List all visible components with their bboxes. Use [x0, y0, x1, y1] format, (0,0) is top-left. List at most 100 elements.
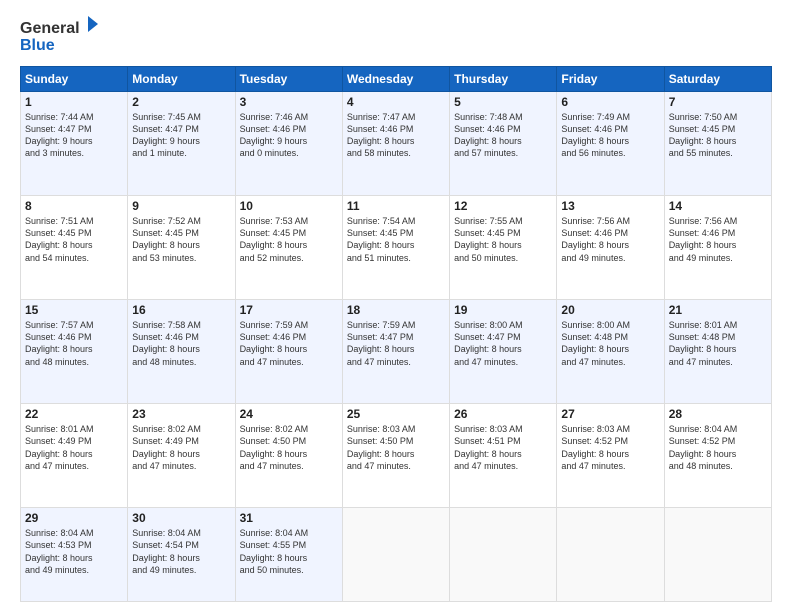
day-number: 3 [240, 95, 338, 109]
calendar-cell: 31Sunrise: 8:04 AMSunset: 4:55 PMDayligh… [235, 508, 342, 602]
day-info: Sunrise: 8:04 AMSunset: 4:54 PMDaylight:… [132, 527, 230, 576]
calendar-cell: 18 Sunrise: 7:59 AMSunset: 4:47 PMDayligh… [342, 300, 449, 404]
day-info: Sunrise: 7:56 AMSunset: 4:46 PMDaylight:… [669, 215, 767, 264]
logo-svg: GeneralBlue [20, 16, 100, 56]
calendar-cell: 15 Sunrise: 7:57 AMSunset: 4:46 PMDayligh… [21, 300, 128, 404]
day-info: Sunrise: 7:48 AMSunset: 4:46 PMDaylight:… [454, 111, 552, 160]
day-number: 28 [669, 407, 767, 421]
day-info: Sunrise: 7:49 AMSunset: 4:46 PMDaylight:… [561, 111, 659, 160]
logo: GeneralBlue [20, 16, 100, 56]
calendar-week-row: 15 Sunrise: 7:57 AMSunset: 4:46 PMDayligh… [21, 300, 772, 404]
calendar-cell [557, 508, 664, 602]
day-number: 13 [561, 199, 659, 213]
calendar-week-row: 22Sunrise: 8:01 AMSunset: 4:49 PMDayligh… [21, 404, 772, 508]
calendar-cell: 6 Sunrise: 7:49 AMSunset: 4:46 PMDaylight… [557, 92, 664, 196]
calendar-cell: 1 Sunrise: 7:44 AMSunset: 4:47 PMDaylight… [21, 92, 128, 196]
col-header-sunday: Sunday [21, 67, 128, 92]
col-header-thursday: Thursday [450, 67, 557, 92]
calendar-cell: 13 Sunrise: 7:56 AMSunset: 4:46 PMDayligh… [557, 196, 664, 300]
col-header-wednesday: Wednesday [342, 67, 449, 92]
header: GeneralBlue [20, 16, 772, 56]
day-number: 16 [132, 303, 230, 317]
day-info: Sunrise: 8:00 AMSunset: 4:48 PMDaylight:… [561, 319, 659, 368]
calendar-cell: 23Sunrise: 8:02 AMSunset: 4:49 PMDayligh… [128, 404, 235, 508]
day-info: Sunrise: 8:02 AMSunset: 4:50 PMDaylight:… [240, 423, 338, 472]
day-info: Sunrise: 7:57 AMSunset: 4:46 PMDaylight:… [25, 319, 123, 368]
calendar-cell: 9 Sunrise: 7:52 AMSunset: 4:45 PMDaylight… [128, 196, 235, 300]
calendar-cell: 20 Sunrise: 8:00 AMSunset: 4:48 PMDayligh… [557, 300, 664, 404]
day-number: 8 [25, 199, 123, 213]
day-number: 20 [561, 303, 659, 317]
day-number: 21 [669, 303, 767, 317]
day-number: 1 [25, 95, 123, 109]
calendar-cell: 27 Sunrise: 8:03 AMSunset: 4:52 PMDayligh… [557, 404, 664, 508]
day-number: 31 [240, 511, 338, 525]
day-number: 6 [561, 95, 659, 109]
col-header-monday: Monday [128, 67, 235, 92]
day-number: 9 [132, 199, 230, 213]
calendar-week-row: 29 Sunrise: 8:04 AMSunset: 4:53 PMDayligh… [21, 508, 772, 602]
calendar-cell: 24 Sunrise: 8:02 AMSunset: 4:50 PMDayligh… [235, 404, 342, 508]
day-info: Sunrise: 8:03 AMSunset: 4:52 PMDaylight:… [561, 423, 659, 472]
svg-text:Blue: Blue [20, 37, 55, 54]
day-number: 12 [454, 199, 552, 213]
day-info: Sunrise: 7:53 AMSunset: 4:45 PMDaylight:… [240, 215, 338, 264]
day-number: 17 [240, 303, 338, 317]
calendar-cell: 12Sunrise: 7:55 AMSunset: 4:45 PMDayligh… [450, 196, 557, 300]
calendar-table: SundayMondayTuesdayWednesdayThursdayFrid… [20, 66, 772, 602]
day-number: 29 [25, 511, 123, 525]
day-info: Sunrise: 8:04 AMSunset: 4:53 PMDaylight:… [25, 527, 123, 576]
day-number: 5 [454, 95, 552, 109]
day-info: Sunrise: 7:56 AMSunset: 4:46 PMDaylight:… [561, 215, 659, 264]
day-info: Sunrise: 7:52 AMSunset: 4:45 PMDaylight:… [132, 215, 230, 264]
day-info: Sunrise: 8:00 AMSunset: 4:47 PMDaylight:… [454, 319, 552, 368]
calendar-week-row: 1 Sunrise: 7:44 AMSunset: 4:47 PMDaylight… [21, 92, 772, 196]
day-info: Sunrise: 8:01 AMSunset: 4:49 PMDaylight:… [25, 423, 123, 472]
day-number: 27 [561, 407, 659, 421]
day-number: 2 [132, 95, 230, 109]
calendar-cell: 7 Sunrise: 7:50 AMSunset: 4:45 PMDaylight… [664, 92, 771, 196]
day-info: Sunrise: 7:50 AMSunset: 4:45 PMDaylight:… [669, 111, 767, 160]
day-info: Sunrise: 7:46 AMSunset: 4:46 PMDaylight:… [240, 111, 338, 160]
calendar-cell: 17Sunrise: 7:59 AMSunset: 4:46 PMDayligh… [235, 300, 342, 404]
calendar-cell: 29 Sunrise: 8:04 AMSunset: 4:53 PMDayligh… [21, 508, 128, 602]
day-number: 26 [454, 407, 552, 421]
day-number: 15 [25, 303, 123, 317]
col-header-tuesday: Tuesday [235, 67, 342, 92]
calendar-cell [450, 508, 557, 602]
day-number: 14 [669, 199, 767, 213]
day-info: Sunrise: 8:04 AMSunset: 4:52 PMDaylight:… [669, 423, 767, 472]
day-info: Sunrise: 8:02 AMSunset: 4:49 PMDaylight:… [132, 423, 230, 472]
day-info: Sunrise: 7:44 AMSunset: 4:47 PMDaylight:… [25, 111, 123, 160]
calendar-cell: 8 Sunrise: 7:51 AMSunset: 4:45 PMDaylight… [21, 196, 128, 300]
calendar-week-row: 8 Sunrise: 7:51 AMSunset: 4:45 PMDaylight… [21, 196, 772, 300]
calendar-cell: 11 Sunrise: 7:54 AMSunset: 4:45 PMDayligh… [342, 196, 449, 300]
day-info: Sunrise: 8:03 AMSunset: 4:51 PMDaylight:… [454, 423, 552, 472]
calendar-cell: 28 Sunrise: 8:04 AMSunset: 4:52 PMDayligh… [664, 404, 771, 508]
col-header-friday: Friday [557, 67, 664, 92]
day-number: 10 [240, 199, 338, 213]
day-number: 18 [347, 303, 445, 317]
calendar-cell: 25Sunrise: 8:03 AMSunset: 4:50 PMDayligh… [342, 404, 449, 508]
calendar-cell: 4 Sunrise: 7:47 AMSunset: 4:46 PMDaylight… [342, 92, 449, 196]
calendar-cell [342, 508, 449, 602]
day-info: Sunrise: 7:47 AMSunset: 4:46 PMDaylight:… [347, 111, 445, 160]
calendar-cell: 22Sunrise: 8:01 AMSunset: 4:49 PMDayligh… [21, 404, 128, 508]
day-info: Sunrise: 7:45 AMSunset: 4:47 PMDaylight:… [132, 111, 230, 160]
day-info: Sunrise: 7:58 AMSunset: 4:46 PMDaylight:… [132, 319, 230, 368]
page: GeneralBlue SundayMondayTuesdayWednesday… [0, 0, 792, 612]
day-info: Sunrise: 7:54 AMSunset: 4:45 PMDaylight:… [347, 215, 445, 264]
day-info: Sunrise: 7:51 AMSunset: 4:45 PMDaylight:… [25, 215, 123, 264]
svg-text:General: General [20, 20, 80, 37]
day-number: 24 [240, 407, 338, 421]
day-info: Sunrise: 7:59 AMSunset: 4:47 PMDaylight:… [347, 319, 445, 368]
calendar-cell: 30Sunrise: 8:04 AMSunset: 4:54 PMDayligh… [128, 508, 235, 602]
day-number: 11 [347, 199, 445, 213]
calendar-cell: 2 Sunrise: 7:45 AMSunset: 4:47 PMDaylight… [128, 92, 235, 196]
calendar-header-row: SundayMondayTuesdayWednesdayThursdayFrid… [21, 67, 772, 92]
day-info: Sunrise: 8:01 AMSunset: 4:48 PMDaylight:… [669, 319, 767, 368]
day-number: 7 [669, 95, 767, 109]
calendar-cell: 10 Sunrise: 7:53 AMSunset: 4:45 PMDayligh… [235, 196, 342, 300]
day-number: 4 [347, 95, 445, 109]
day-number: 25 [347, 407, 445, 421]
